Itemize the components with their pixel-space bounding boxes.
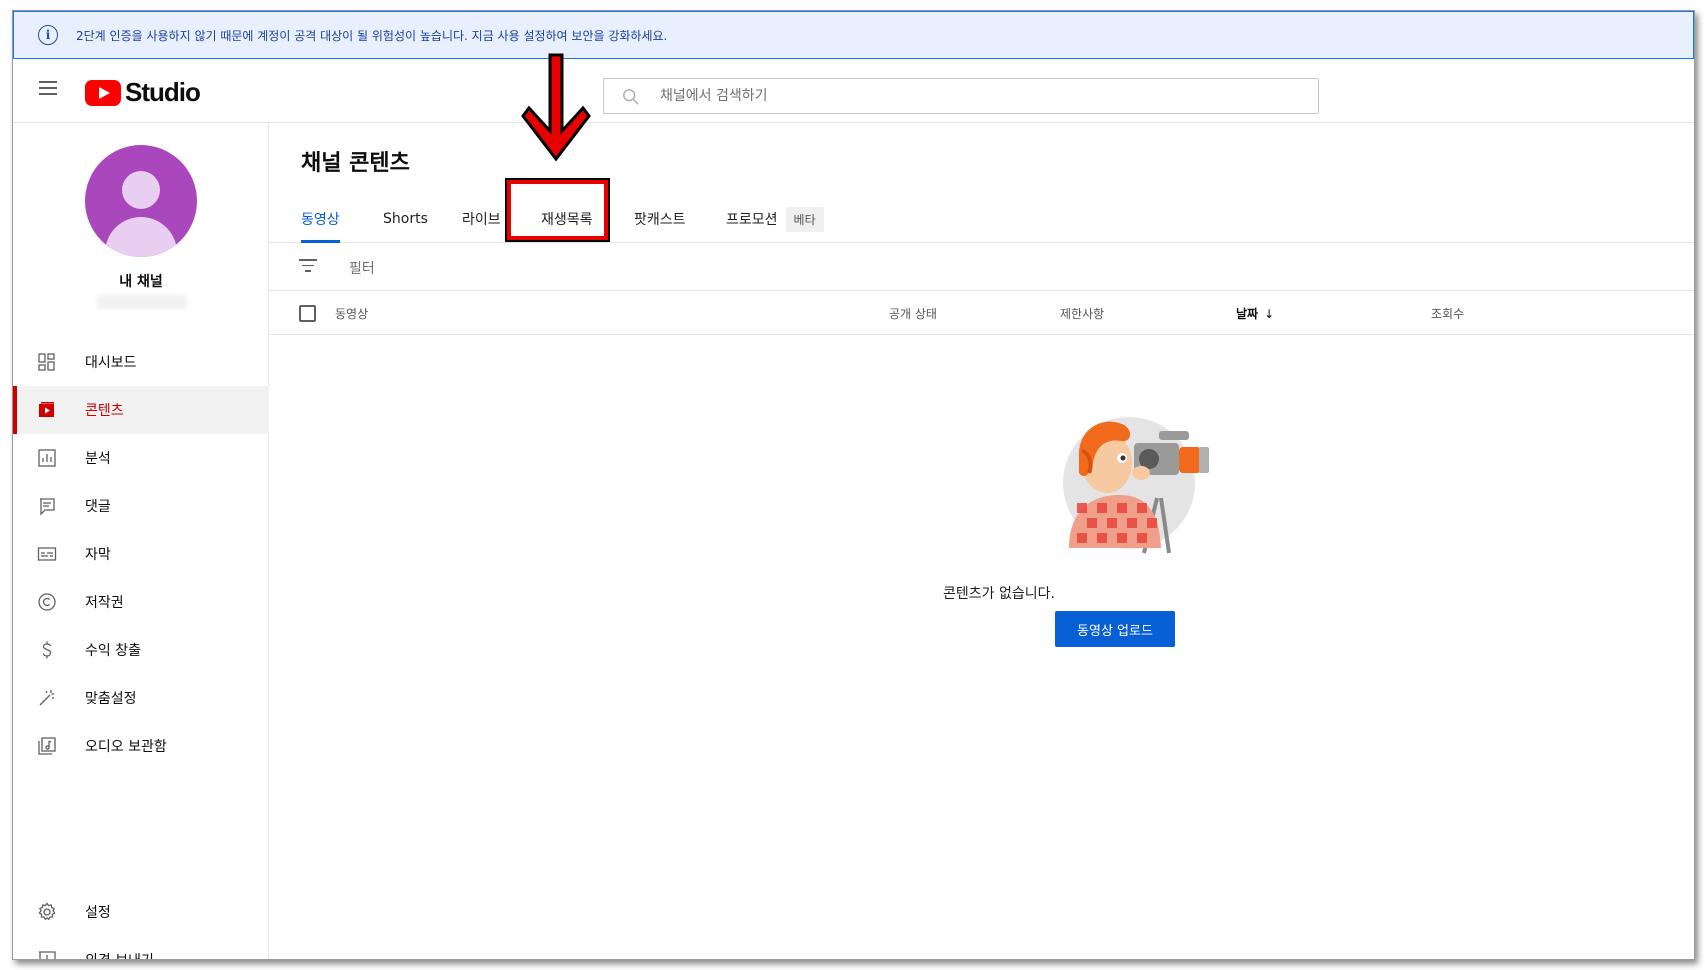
page-title: 채널 콘텐츠 [301, 151, 410, 176]
channel-name: 내 채널 [119, 274, 163, 290]
banner-text[interactable]: 2단계 인증을 사용하지 않기 때문에 계정이 공격 대상이 될 위험성이 높습… [76, 27, 667, 44]
logo-text: Studio [125, 77, 201, 107]
sidebar-item-copyright[interactable]: 저작권 [13, 578, 269, 626]
search-box[interactable] [603, 78, 1319, 114]
annotation-arrow-icon [521, 53, 591, 162]
youtube-logo-icon [85, 79, 121, 106]
sidebar-item-analytics[interactable]: 분석 [13, 434, 269, 482]
channel-handle-redacted [97, 295, 187, 309]
sidebar-item-label: 대시보드 [85, 355, 137, 371]
customization-icon [39, 690, 54, 706]
beta-badge: 베타 [785, 206, 824, 232]
sidebar-item-label: 설정 [85, 905, 111, 921]
column-video: 동영상 [335, 307, 369, 321]
sidebar: 내 채널 대시보드 콘텐츠 분석 댓글 자막 저작권 수익 창출 맞춤설정 오디… [13, 123, 269, 959]
top-header: Studio [13, 59, 1694, 123]
sort-arrow-down-icon: ↓ [1264, 307, 1275, 321]
table-header: 동영상 공개 상태 제한사항 날짜 ↓ 조회수 [269, 291, 1694, 335]
sidebar-item-label: 콘텐츠 [85, 403, 124, 419]
sidebar-item-settings[interactable]: 설정 [13, 888, 269, 936]
copyright-icon [38, 593, 56, 611]
sidebar-item-audio-library[interactable]: 오디오 보관함 [13, 722, 269, 770]
monetization-icon [42, 641, 52, 659]
sidebar-item-label: 자막 [85, 547, 111, 563]
filter-input-label[interactable]: 필터 [349, 258, 375, 278]
sidebar-item-label: 의견 보내기 [85, 950, 154, 959]
videographer-illustration [1063, 417, 1209, 554]
analytics-icon [38, 449, 56, 467]
tab-promotions[interactable]: 프로모션 베타 [726, 195, 824, 243]
sidebar-item-label: 맞춤설정 [85, 691, 137, 707]
column-visibility: 공개 상태 [889, 307, 937, 321]
annotation-highlight-box [505, 178, 610, 242]
sidebar-item-feedback[interactable]: 의견 보내기 [13, 936, 269, 959]
sidebar-item-label: 댓글 [85, 499, 111, 515]
column-views: 조회수 [1431, 307, 1465, 321]
sidebar-item-dashboard[interactable]: 대시보드 [13, 338, 269, 386]
tab-videos[interactable]: 동영상 [301, 195, 340, 243]
sidebar-item-customization[interactable]: 맞춤설정 [13, 674, 269, 722]
search-icon [623, 89, 639, 105]
dashboard-icon [38, 353, 55, 371]
upload-video-button[interactable]: 동영상 업로드 [1055, 611, 1175, 647]
sidebar-item-label: 저작권 [85, 595, 124, 611]
audio-library-icon [38, 737, 56, 755]
studio-logo[interactable]: Studio [85, 77, 201, 108]
sidebar-item-content[interactable]: 콘텐츠 [13, 386, 269, 434]
search-input[interactable] [660, 84, 1260, 108]
hamburger-menu-icon[interactable] [39, 81, 57, 95]
info-icon: i [38, 25, 58, 45]
empty-message: 콘텐츠가 없습니다. [943, 586, 1055, 602]
avatar[interactable] [85, 145, 197, 257]
sidebar-item-label: 수익 창출 [85, 643, 141, 659]
app-window: i 2단계 인증을 사용하지 않기 때문에 계정이 공격 대상이 될 위험성이 … [12, 10, 1695, 960]
tab-live[interactable]: 라이브 [462, 195, 501, 243]
sidebar-item-comments[interactable]: 댓글 [13, 482, 269, 530]
select-all-checkbox[interactable] [299, 305, 316, 322]
main-content: 채널 콘텐츠 동영상 Shorts 라이브 재생목록 팟캐스트 프로모션 베타 … [269, 123, 1694, 959]
content-icon [39, 402, 54, 417]
feedback-icon [39, 951, 56, 959]
filter-bar[interactable]: 필터 [269, 243, 1694, 291]
sidebar-item-subtitles[interactable]: 자막 [13, 530, 269, 578]
sidebar-item-label: 오디오 보관함 [85, 739, 167, 755]
filter-icon[interactable] [299, 259, 317, 273]
sidebar-item-label: 분석 [85, 451, 111, 467]
subtitles-icon [37, 547, 57, 561]
column-date[interactable]: 날짜 ↓ [1236, 305, 1274, 322]
tab-podcasts[interactable]: 팟캐스트 [634, 195, 686, 243]
content-tabs: 동영상 Shorts 라이브 재생목록 팟캐스트 프로모션 베타 [269, 195, 1694, 243]
security-banner: i 2단계 인증을 사용하지 않기 때문에 계정이 공격 대상이 될 위험성이 … [13, 11, 1694, 59]
sidebar-nav: 대시보드 콘텐츠 분석 댓글 자막 저작권 수익 창출 맞춤설정 오디오 보관함 [13, 338, 269, 770]
sidebar-item-monetization[interactable]: 수익 창출 [13, 626, 269, 674]
settings-icon [38, 902, 56, 921]
sidebar-bottom-nav: 설정 의견 보내기 [13, 888, 269, 959]
column-restrictions: 제한사항 [1060, 307, 1105, 321]
tab-shorts[interactable]: Shorts [383, 195, 428, 243]
comments-icon [40, 498, 55, 516]
